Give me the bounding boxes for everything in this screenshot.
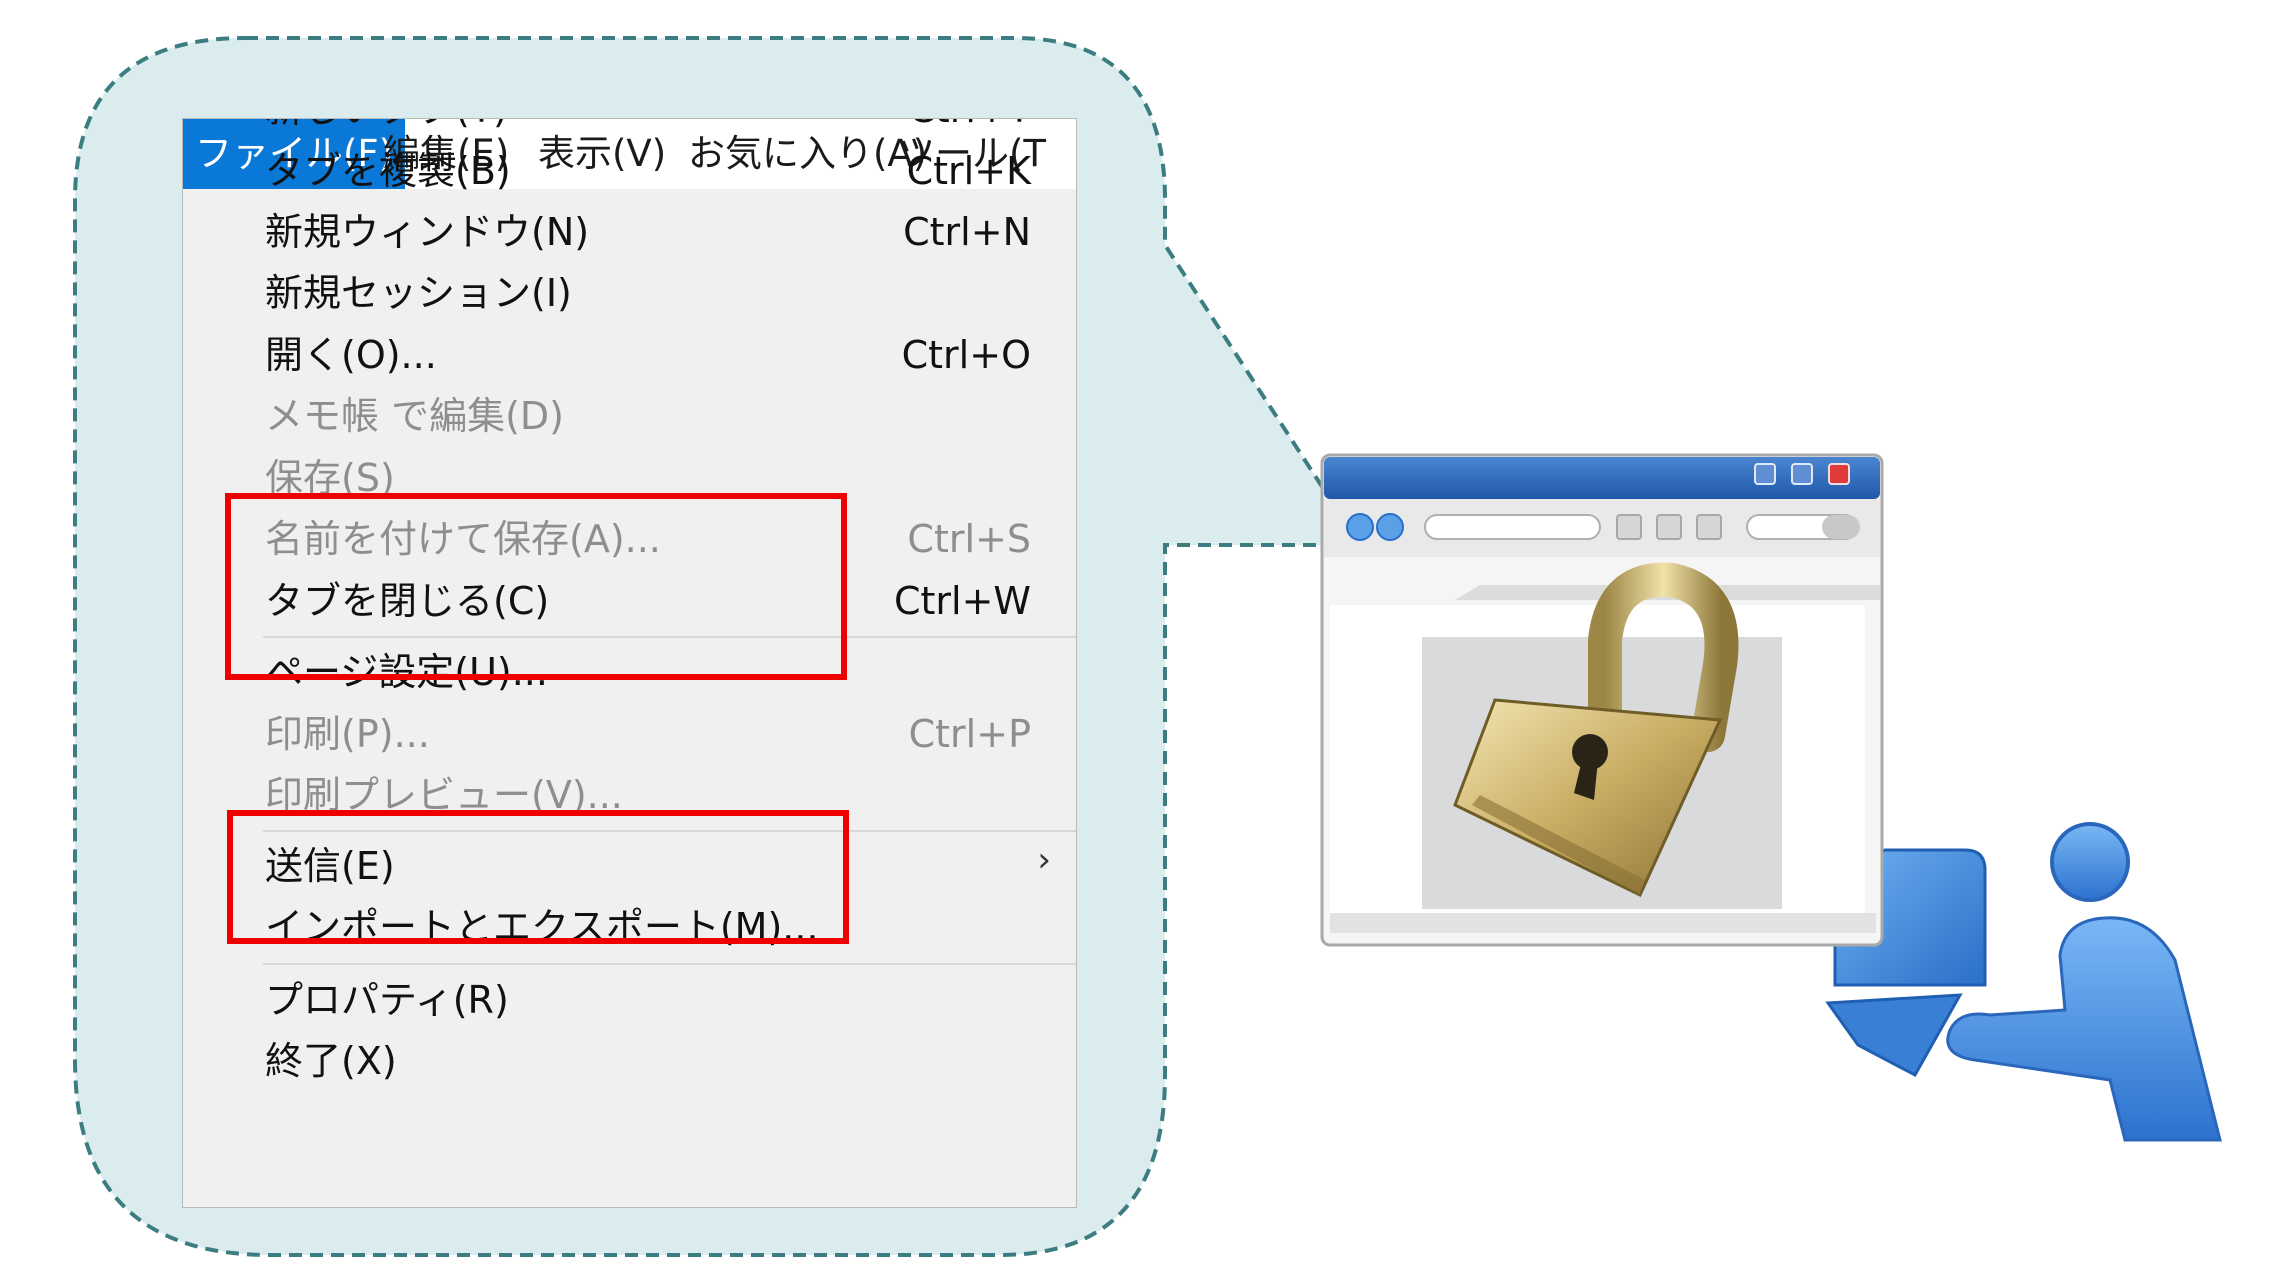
security-clipart	[1320, 453, 2222, 1142]
user-at-computer-icon	[1825, 822, 2222, 1142]
slide-canvas: ファイル(F)編集(E)表示(V)お気に入り(A)ツール(T 新しいタブ(T)C…	[0, 0, 2295, 1280]
